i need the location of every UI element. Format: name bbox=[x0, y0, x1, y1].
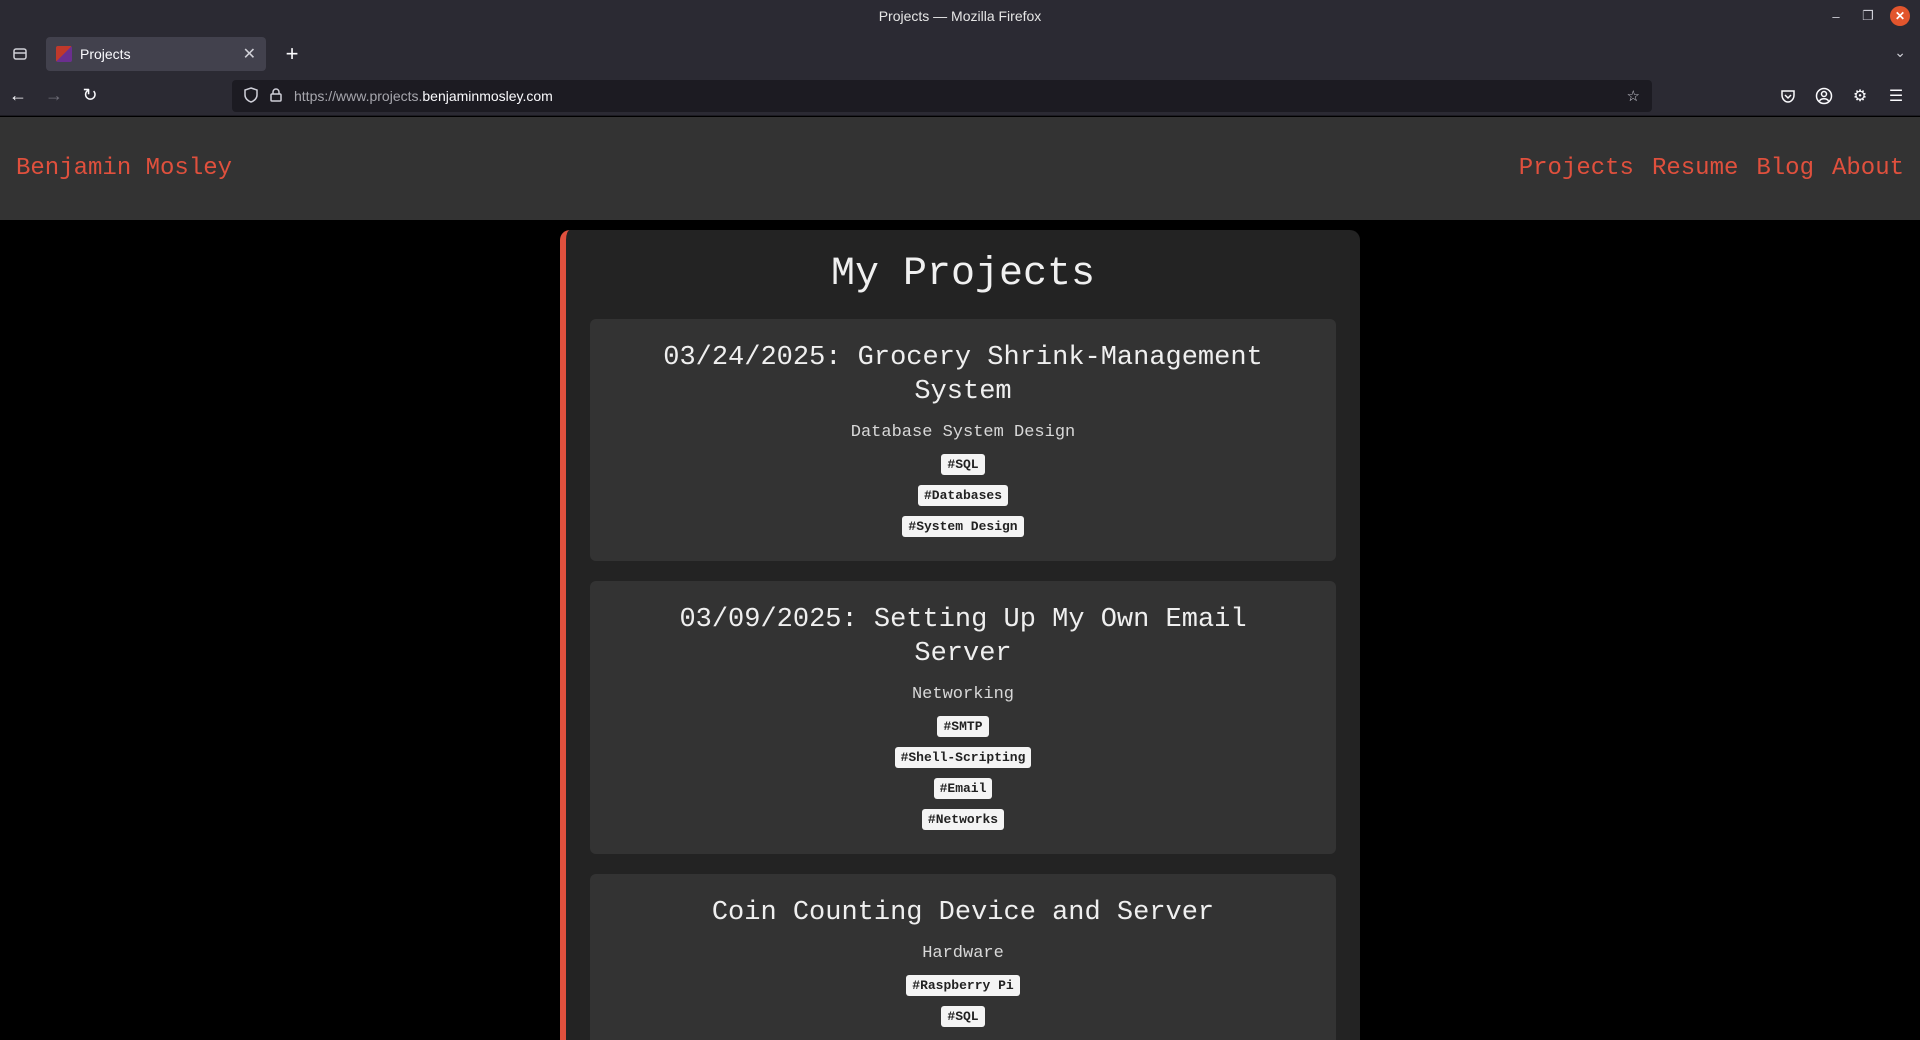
back-arrow-icon[interactable]: ← bbox=[0, 80, 36, 112]
address-bar[interactable]: https://www.projects. benjaminmosley.com … bbox=[232, 80, 1652, 112]
account-icon[interactable] bbox=[1810, 80, 1838, 112]
project-title[interactable]: 03/09/2025: Setting Up My Own Email Serv… bbox=[630, 603, 1296, 671]
lock-icon[interactable] bbox=[270, 87, 282, 105]
projects-panel: My Projects 03/24/2025: Grocery Shrink-M… bbox=[560, 230, 1360, 1040]
project-category: Hardware bbox=[922, 944, 1004, 963]
nav-link-blog[interactable]: Blog bbox=[1756, 155, 1814, 182]
tab-title: Projects bbox=[80, 46, 131, 62]
reload-icon[interactable]: ↻ bbox=[72, 80, 108, 112]
project-card[interactable]: 03/24/2025: Grocery Shrink-Management Sy… bbox=[590, 319, 1336, 561]
shield-icon[interactable] bbox=[244, 86, 258, 106]
navigation-toolbar: ← → ↻ https://www.projects. benjaminmosle… bbox=[0, 76, 1920, 116]
project-card[interactable]: Coin Counting Device and Server Hardware… bbox=[590, 874, 1336, 1040]
url-domain: benjaminmosley.com bbox=[422, 88, 553, 104]
minimize-icon[interactable]: – bbox=[1826, 6, 1846, 26]
project-tags: #SQL #Databases #System Design bbox=[630, 454, 1296, 537]
tab-bar: Projects ✕ + ⌄ bbox=[0, 32, 1920, 76]
restore-icon[interactable]: ❐ bbox=[1858, 6, 1878, 26]
close-window-icon[interactable]: ✕ bbox=[1890, 6, 1910, 26]
project-tags: #SMTP #Shell-Scripting #Email #Networks bbox=[630, 716, 1296, 830]
extensions-icon[interactable]: ⚙ bbox=[1846, 80, 1874, 112]
site-brand-link[interactable]: Benjamin Mosley bbox=[16, 155, 232, 182]
tag-badge[interactable]: #Raspberry Pi bbox=[906, 975, 1020, 996]
nav-link-resume[interactable]: Resume bbox=[1652, 155, 1738, 182]
chevron-down-icon[interactable]: ⌄ bbox=[1894, 44, 1906, 61]
url-prefix: https://www.projects. bbox=[294, 88, 423, 104]
window-title: Projects — Mozilla Firefox bbox=[878, 8, 1042, 24]
tag-badge[interactable]: #SQL bbox=[941, 454, 985, 475]
bookmark-star-icon[interactable]: ☆ bbox=[1627, 87, 1640, 105]
tag-badge[interactable]: #Email bbox=[933, 778, 993, 799]
window-titlebar: Projects — Mozilla Firefox – ❐ ✕ bbox=[0, 0, 1920, 32]
close-tab-icon[interactable]: ✕ bbox=[243, 44, 256, 64]
tag-badge[interactable]: #Shell-Scripting bbox=[894, 747, 1032, 768]
favicon-icon bbox=[56, 46, 72, 62]
pocket-icon[interactable] bbox=[1774, 80, 1802, 112]
tab-manager-icon[interactable] bbox=[0, 34, 40, 74]
forward-arrow-icon[interactable]: → bbox=[36, 80, 72, 112]
nav-link-projects[interactable]: Projects bbox=[1519, 155, 1634, 182]
site-header: Benjamin Mosley Projects Resume Blog Abo… bbox=[0, 117, 1920, 220]
project-category: Database System Design bbox=[850, 423, 1076, 442]
new-tab-icon[interactable]: + bbox=[274, 36, 310, 72]
tag-badge[interactable]: #SQL bbox=[941, 1006, 985, 1027]
tab-projects[interactable]: Projects ✕ bbox=[46, 37, 266, 71]
window-controls: – ❐ ✕ bbox=[1826, 6, 1910, 26]
tag-badge[interactable]: #Networks bbox=[921, 809, 1005, 830]
project-title[interactable]: 03/24/2025: Grocery Shrink-Management Sy… bbox=[630, 341, 1296, 409]
project-card[interactable]: 03/09/2025: Setting Up My Own Email Serv… bbox=[590, 581, 1336, 854]
project-category: Networking bbox=[911, 685, 1015, 704]
page-title: My Projects bbox=[830, 252, 1096, 297]
tag-badge[interactable]: #Databases bbox=[917, 485, 1008, 506]
project-title[interactable]: Coin Counting Device and Server bbox=[630, 896, 1296, 930]
toolbar-right: ⚙ ☰ bbox=[1774, 80, 1910, 112]
menu-icon[interactable]: ☰ bbox=[1882, 80, 1910, 112]
tag-badge[interactable]: #System Design bbox=[902, 516, 1024, 537]
tag-badge[interactable]: #SMTP bbox=[937, 716, 989, 737]
nav-link-about[interactable]: About bbox=[1832, 155, 1904, 182]
site-nav: Projects Resume Blog About bbox=[1519, 155, 1904, 182]
project-tags: #Raspberry Pi #SQL bbox=[630, 975, 1296, 1027]
